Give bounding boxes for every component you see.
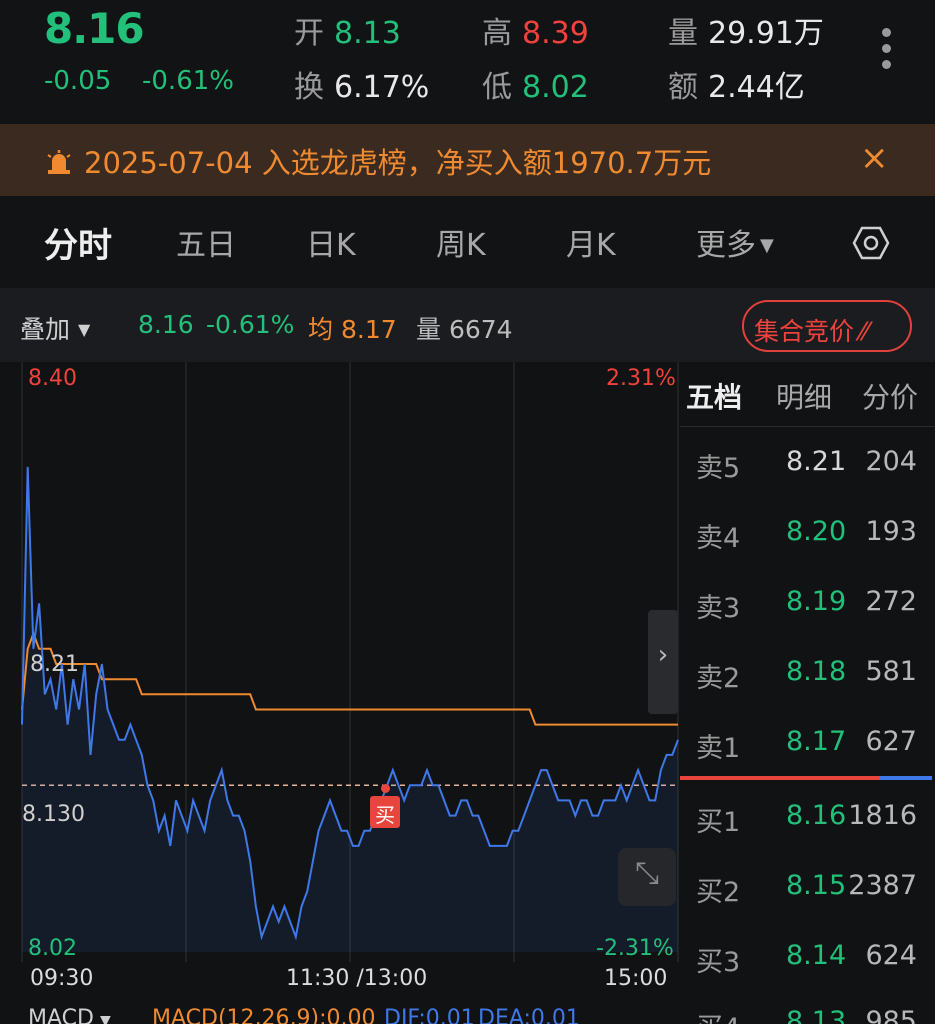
- y-axis-prev-close-label: 8.130: [22, 802, 85, 827]
- tab-five-levels[interactable]: 五档: [686, 376, 742, 416]
- price-change: -0.05: [44, 66, 112, 96]
- alarm-icon: [47, 150, 71, 174]
- current-price: 8.16: [44, 4, 145, 53]
- close-icon[interactable]: ×: [860, 138, 889, 178]
- order-book: 五档 明细 分价 卖5 8.21 204 卖4 8.20 193 卖3 8.19 272 卖…: [680, 362, 935, 1024]
- chevron-right-icon[interactable]: ›: [648, 610, 678, 714]
- tab-weekly-k[interactable]: 周K: [436, 220, 486, 264]
- amount-value: 2.44亿: [708, 70, 805, 105]
- quote-header: 8.16 -0.05 -0.61% 开 8.13 换 6.17% 高 8.39 低 8.…: [0, 0, 935, 124]
- turnover-value: 6.17%: [334, 70, 430, 105]
- buy-level-4[interactable]: 买48.13985: [680, 1006, 935, 1024]
- buy-level-2[interactable]: 买2 8.15 2387: [680, 870, 935, 920]
- indicator-selector[interactable]: MACD ▼: [28, 1006, 111, 1024]
- overlay-dropdown[interactable]: 叠加 ▼: [20, 310, 90, 346]
- banner-text: 2025-07-04 入选龙虎榜，净买入额1970.7万元: [84, 146, 712, 180]
- amount-stat: 额 2.44亿: [668, 70, 805, 105]
- buy-signal-dot: [381, 784, 390, 793]
- volume-value: 29.91万: [708, 16, 824, 51]
- caret-down-icon: ▼: [760, 235, 774, 256]
- x-axis-open-label: 09:30: [30, 966, 94, 991]
- buy-level-1[interactable]: 买1 8.16 1816: [680, 800, 935, 850]
- intraday-chart-svg: [21, 362, 679, 962]
- overlay-price: 8.16: [138, 310, 194, 339]
- sell-level-1[interactable]: 卖1 8.17 627: [680, 726, 935, 776]
- arrows-icon: ⁄⁄: [860, 317, 869, 346]
- y-axis-mid-label: 8.21: [30, 652, 79, 677]
- tab-more[interactable]: 更多 ▼: [696, 220, 774, 264]
- macd-indicator-bar[interactable]: MACD ▼ MACD(12,26,9):0.00 DIF:0.01 DEA:0.…: [0, 1002, 680, 1024]
- caret-down-icon: ▼: [78, 320, 91, 339]
- tab-five-day[interactable]: 五日: [176, 220, 236, 264]
- dif-value: DIF:0.01: [384, 1006, 475, 1024]
- overlay-volume: 量 6674: [416, 315, 513, 344]
- sell-level-2[interactable]: 卖2 8.18 581: [680, 656, 935, 706]
- settings-icon[interactable]: [852, 224, 890, 262]
- low-stat: 低 8.02: [482, 70, 589, 105]
- sell-level-4[interactable]: 卖4 8.20 193: [680, 516, 935, 566]
- open-value: 8.13: [334, 16, 401, 51]
- intraday-chart[interactable]: 8.40 8.21 8.130 8.02 2.31% -2.31% 09:30 …: [0, 362, 680, 1002]
- macd-value: MACD(12,26,9):0.00: [152, 1006, 376, 1024]
- book-divider: [680, 426, 935, 427]
- period-tabs: 分时 五日 日K 周K 月K 更多 ▼: [0, 196, 935, 288]
- overlay-bar: 叠加 ▼ 8.16 -0.61% 均 8.17 量 6674 集合竞价 ⁄⁄: [0, 288, 935, 362]
- tab-intraday[interactable]: 分时: [44, 218, 112, 267]
- price-change-pct: -0.61%: [142, 66, 234, 96]
- sell-level-5[interactable]: 卖5 8.21 204: [680, 446, 935, 496]
- pct-axis-bottom-label: -2.31%: [596, 936, 674, 961]
- y-axis-top-label: 8.40: [28, 366, 77, 391]
- caret-down-icon: ▼: [99, 1013, 111, 1024]
- overlay-pct: -0.61%: [206, 310, 295, 339]
- bid-ask-ratio-buy: [880, 776, 932, 780]
- tab-daily-k[interactable]: 日K: [306, 220, 356, 264]
- tab-price-distribution[interactable]: 分价: [862, 376, 918, 416]
- buy-level-3[interactable]: 买3 8.14 624: [680, 940, 935, 990]
- overlay-avg: 均 8.17: [308, 315, 397, 344]
- call-auction-button[interactable]: 集合竞价 ⁄⁄: [742, 300, 912, 352]
- more-menu-icon[interactable]: [872, 28, 900, 80]
- bid-ask-ratio-sell: [680, 776, 880, 780]
- dragon-tiger-banner[interactable]: 2025-07-04 入选龙虎榜，净买入额1970.7万元 ×: [0, 124, 935, 196]
- tab-monthly-k[interactable]: 月K: [566, 220, 616, 264]
- dea-value: DEA:0.01: [478, 1006, 580, 1024]
- turnover-stat: 换 6.17%: [294, 70, 430, 105]
- high-stat: 高 8.39: [482, 16, 589, 51]
- y-axis-bottom-label: 8.02: [28, 936, 77, 961]
- high-value: 8.39: [522, 16, 589, 51]
- fullscreen-icon[interactable]: ⤡: [618, 848, 676, 906]
- open-stat: 开 8.13: [294, 16, 401, 51]
- low-value: 8.02: [522, 70, 589, 105]
- sell-level-3[interactable]: 卖3 8.19 272: [680, 586, 935, 636]
- tab-details[interactable]: 明细: [776, 376, 832, 416]
- buy-signal-marker[interactable]: 买: [370, 796, 400, 828]
- volume-stat: 量 29.91万: [668, 16, 824, 51]
- x-axis-close-label: 15:00: [604, 966, 668, 991]
- x-axis-midday-label: 11:30 /13:00: [286, 966, 428, 991]
- pct-axis-top-label: 2.31%: [606, 366, 676, 391]
